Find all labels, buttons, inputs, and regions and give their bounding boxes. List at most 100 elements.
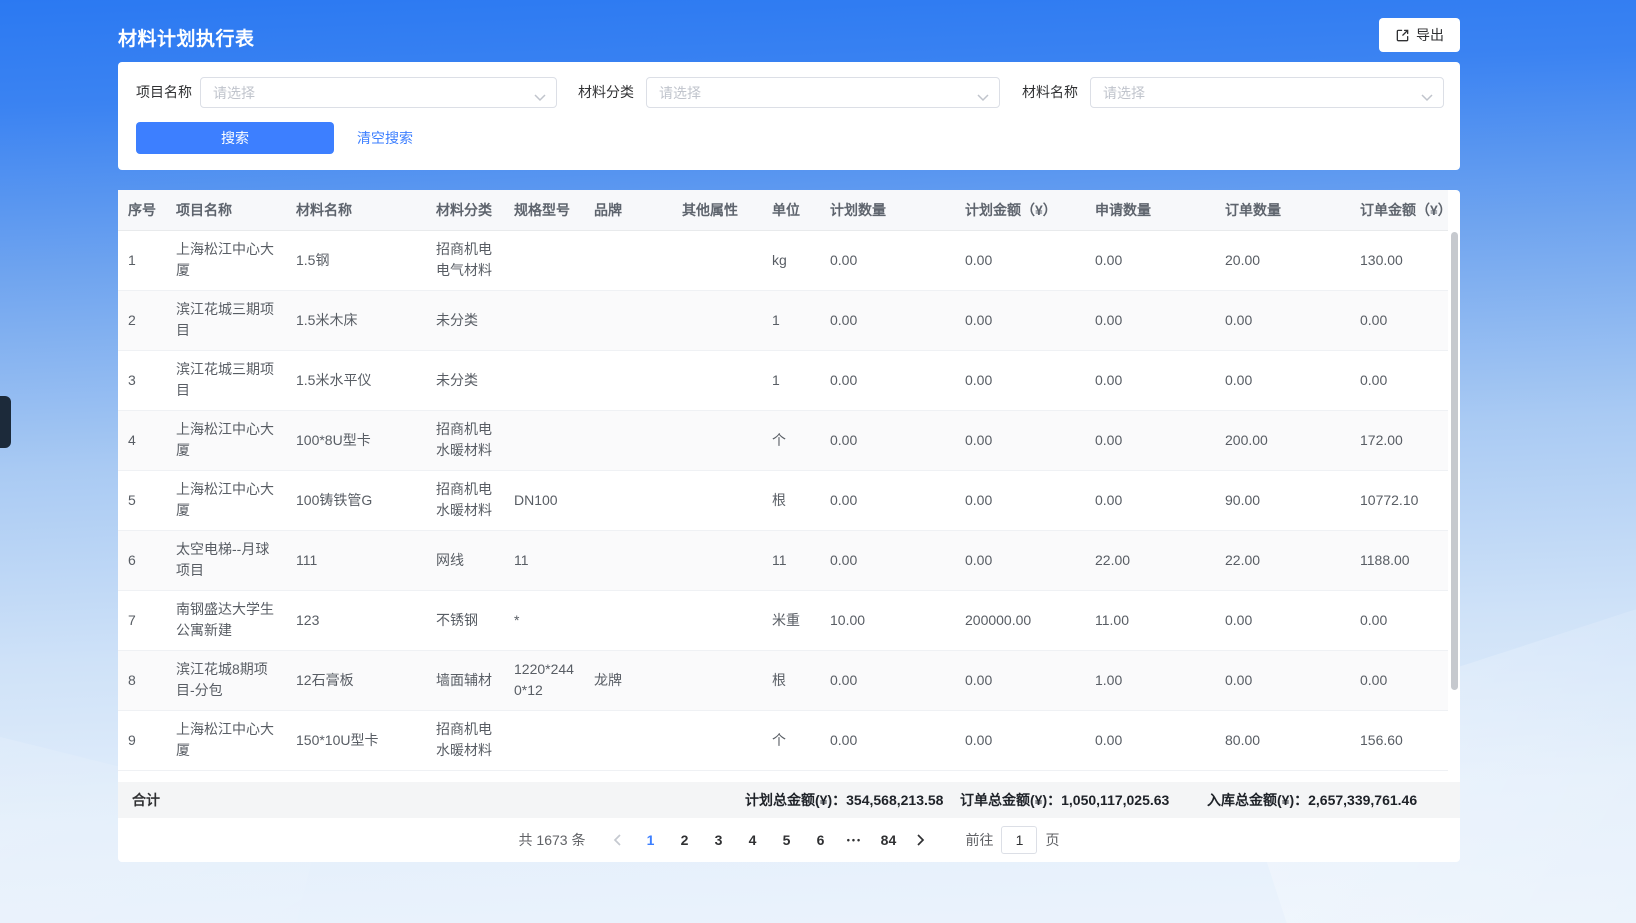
table-cell: 9 bbox=[118, 710, 166, 770]
column-header: 单位 bbox=[762, 190, 820, 230]
table-cell: 0.00 bbox=[1350, 590, 1448, 650]
table-cell: 11 bbox=[762, 530, 820, 590]
column-header: 项目名称 bbox=[166, 190, 286, 230]
page-number-list: 123456•••84 bbox=[633, 825, 905, 855]
table-cell: 0.00 bbox=[955, 650, 1085, 710]
table-cell: 0.00 bbox=[1350, 650, 1448, 710]
table-cell: 0.00 bbox=[1085, 290, 1215, 350]
column-header: 材料名称 bbox=[286, 190, 426, 230]
table-cell: 111 bbox=[286, 530, 426, 590]
table-cell: 滨江花城8期项目-分包 bbox=[166, 650, 286, 710]
table-cell: 米重 bbox=[762, 590, 820, 650]
table-cell: 0.00 bbox=[955, 710, 1085, 770]
table-cell: 200.00 bbox=[1215, 410, 1350, 470]
table-cell: 墙面辅材 bbox=[426, 650, 504, 710]
table-cell: 12石膏板 bbox=[286, 650, 426, 710]
table-cell: 150*10U型卡 bbox=[286, 710, 426, 770]
table-cell: 0.00 bbox=[955, 470, 1085, 530]
table-cell: 0.00 bbox=[1085, 230, 1215, 290]
table-cell: 0.00 bbox=[820, 410, 955, 470]
table-cell: 100铸铁管G bbox=[286, 470, 426, 530]
table-row: 1上海松江中心大厦1.5钢招商机电电气材料kg0.000.000.0020.00… bbox=[118, 230, 1448, 290]
chevron-down-icon bbox=[977, 89, 989, 107]
column-header: 材料分类 bbox=[426, 190, 504, 230]
table-cell: 上海松江中心大厦 bbox=[166, 470, 286, 530]
page-number[interactable]: 1 bbox=[635, 825, 665, 855]
page-title: 材料计划执行表 bbox=[118, 24, 255, 51]
table-cell: 0.00 bbox=[820, 290, 955, 350]
table-cell: 0.00 bbox=[955, 410, 1085, 470]
column-header: 品牌 bbox=[584, 190, 672, 230]
table-cell: 2 bbox=[118, 290, 166, 350]
table-cell: 0.00 bbox=[820, 530, 955, 590]
table-cell: 3 bbox=[118, 350, 166, 410]
table-cell: 根 bbox=[762, 470, 820, 530]
table-cell bbox=[584, 410, 672, 470]
table-cell: 0.00 bbox=[1350, 290, 1448, 350]
page-number[interactable]: 84 bbox=[873, 825, 903, 855]
page-number[interactable]: 4 bbox=[737, 825, 767, 855]
material-name-select[interactable]: 请选择 bbox=[1090, 77, 1444, 108]
table-cell: 0.00 bbox=[1350, 350, 1448, 410]
column-header: 计划数量 bbox=[820, 190, 955, 230]
table-cell: 上海松江中心大厦 bbox=[166, 710, 286, 770]
project-name-placeholder: 请选择 bbox=[213, 83, 255, 103]
table-cell: 南钢盛达大学生公寓新建 bbox=[166, 590, 286, 650]
next-page-button[interactable] bbox=[905, 825, 935, 855]
goto-page-input[interactable] bbox=[1001, 826, 1037, 854]
table-cell bbox=[672, 470, 762, 530]
prev-page-button[interactable] bbox=[603, 825, 633, 855]
table-cell: 1220*2440*12 bbox=[504, 650, 584, 710]
table-cell: 4 bbox=[118, 410, 166, 470]
table-cell: 11 bbox=[504, 530, 584, 590]
table-cell: 个 bbox=[762, 710, 820, 770]
table-cell bbox=[672, 230, 762, 290]
pagination: 共 1673 条 123456•••84 前往 页 bbox=[118, 818, 1460, 862]
table-cell: 0.00 bbox=[1085, 350, 1215, 410]
materials-table-card: 序号项目名称材料名称材料分类规格型号品牌其他属性单位计划数量计划金额（¥）申请数… bbox=[118, 190, 1460, 862]
table-cell: 0.00 bbox=[820, 710, 955, 770]
table-cell: 156.60 bbox=[1350, 710, 1448, 770]
table-cell: 未分类 bbox=[426, 290, 504, 350]
table-cell: kg bbox=[762, 230, 820, 290]
column-header: 订单金额（¥） bbox=[1350, 190, 1448, 230]
table-cell bbox=[504, 230, 584, 290]
table-cell: 7 bbox=[118, 590, 166, 650]
page-number[interactable]: 5 bbox=[771, 825, 801, 855]
material-category-label: 材料分类 bbox=[578, 77, 634, 108]
table-cell: 22.00 bbox=[1215, 530, 1350, 590]
page-number[interactable]: 3 bbox=[703, 825, 733, 855]
table-row: 2滨江花城三期项目1.5米木床未分类10.000.000.000.000.00 bbox=[118, 290, 1448, 350]
goto-label: 前往 bbox=[965, 830, 993, 850]
table-cell: 1 bbox=[762, 290, 820, 350]
table-cell bbox=[584, 230, 672, 290]
material-category-select[interactable]: 请选择 bbox=[646, 77, 1000, 108]
vertical-scrollbar-thumb[interactable] bbox=[1451, 232, 1458, 690]
table-cell: 0.00 bbox=[955, 350, 1085, 410]
table-cell: 0.00 bbox=[955, 230, 1085, 290]
page-number[interactable]: 2 bbox=[669, 825, 699, 855]
page-ellipsis[interactable]: ••• bbox=[839, 825, 869, 855]
table-cell bbox=[504, 290, 584, 350]
table-cell: 1 bbox=[762, 350, 820, 410]
table-cell: 1.5米水平仪 bbox=[286, 350, 426, 410]
planned-total-amount: 计划总金额(¥)：354,568,213.58 bbox=[745, 782, 943, 818]
page-number[interactable]: 6 bbox=[805, 825, 835, 855]
sidebar-toggle-tab[interactable] bbox=[0, 396, 11, 448]
table-cell: 滨江花城三期项目 bbox=[166, 290, 286, 350]
clear-search-link[interactable]: 清空搜索 bbox=[357, 122, 413, 154]
table-cell: 0.00 bbox=[1085, 710, 1215, 770]
table-cell: 0.00 bbox=[1215, 350, 1350, 410]
table-row: 7南钢盛达大学生公寓新建123不锈钢*米重10.00200000.0011.00… bbox=[118, 590, 1448, 650]
column-header: 序号 bbox=[118, 190, 166, 230]
search-button[interactable]: 搜索 bbox=[136, 122, 334, 154]
project-name-select[interactable]: 请选择 bbox=[200, 77, 557, 108]
table-cell bbox=[672, 710, 762, 770]
table-cell: 0.00 bbox=[1215, 650, 1350, 710]
table-row: 9上海松江中心大厦150*10U型卡招商机电水暖材料个0.000.000.008… bbox=[118, 710, 1448, 770]
total-count-text: 共 1673 条 bbox=[519, 830, 586, 850]
export-button[interactable]: 导出 bbox=[1379, 18, 1460, 52]
table-cell bbox=[504, 350, 584, 410]
export-button-label: 导出 bbox=[1416, 25, 1444, 45]
table-cell: 0.00 bbox=[820, 230, 955, 290]
